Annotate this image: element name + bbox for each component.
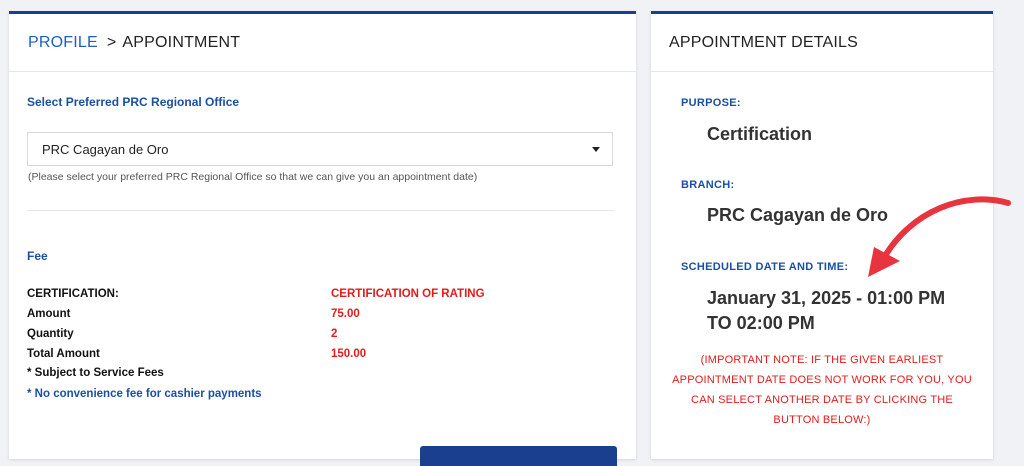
red-arrow-icon [868,196,1011,277]
breadcrumb-current: APPOINTMENT [122,33,241,51]
fee-row-label-total: Total Amount [27,348,100,360]
purpose-value: Certification [707,124,813,144]
fee-title: Fee [27,249,48,263]
fee-row-value-certification: CERTIFICATION OF RATING [331,288,485,300]
breadcrumb-separator: > [106,33,117,51]
service-fee-note: * Subject to Service Fees [27,367,164,379]
fee-row-label-certification: CERTIFICATION: [27,288,119,300]
branch-label: BRANCH: [681,179,735,191]
section-divider [27,210,615,211]
fee-row-value-amount: 75.00 [331,308,360,320]
breadcrumb-profile-link[interactable]: PROFILE [28,34,98,52]
office-helper-text: (Please select your preferred PRC Region… [28,171,478,183]
regional-office-selected-value: PRC Cagayan de Oro [42,141,169,157]
fee-row-value-quantity: 2 [331,328,338,340]
schedule-label: SCHEDULED DATE AND TIME: [681,261,849,273]
details-title: APPOINTMENT DETAILS [651,14,993,72]
cashier-fee-note: * No convenience fee for cashier payment… [27,388,262,400]
important-note: (IMPORTANT NOTE: IF THE GIVEN EARLIEST A… [672,354,972,426]
caret-down-icon [592,146,600,152]
appointment-card: PROFILE > APPOINTMENT Select Preferred P… [9,11,636,466]
fee-row-label-amount: Amount [27,308,71,320]
proceed-button[interactable] [420,446,617,466]
schedule-value: January 31, 2025 - 01:00 PM TO 02:00 PM [707,288,946,333]
office-label: Select Preferred PRC Regional Office [27,95,240,109]
appointment-details-card: APPOINTMENT DETAILS PURPOSE: Certificati… [651,11,1011,459]
breadcrumb: PROFILE > APPOINTMENT [9,14,636,72]
regional-office-select[interactable]: PRC Cagayan de Oro [27,132,613,166]
purpose-label: PURPOSE: [681,97,741,109]
fee-row-label-quantity: Quantity [27,328,74,340]
fee-row-value-total: 150.00 [331,348,367,360]
